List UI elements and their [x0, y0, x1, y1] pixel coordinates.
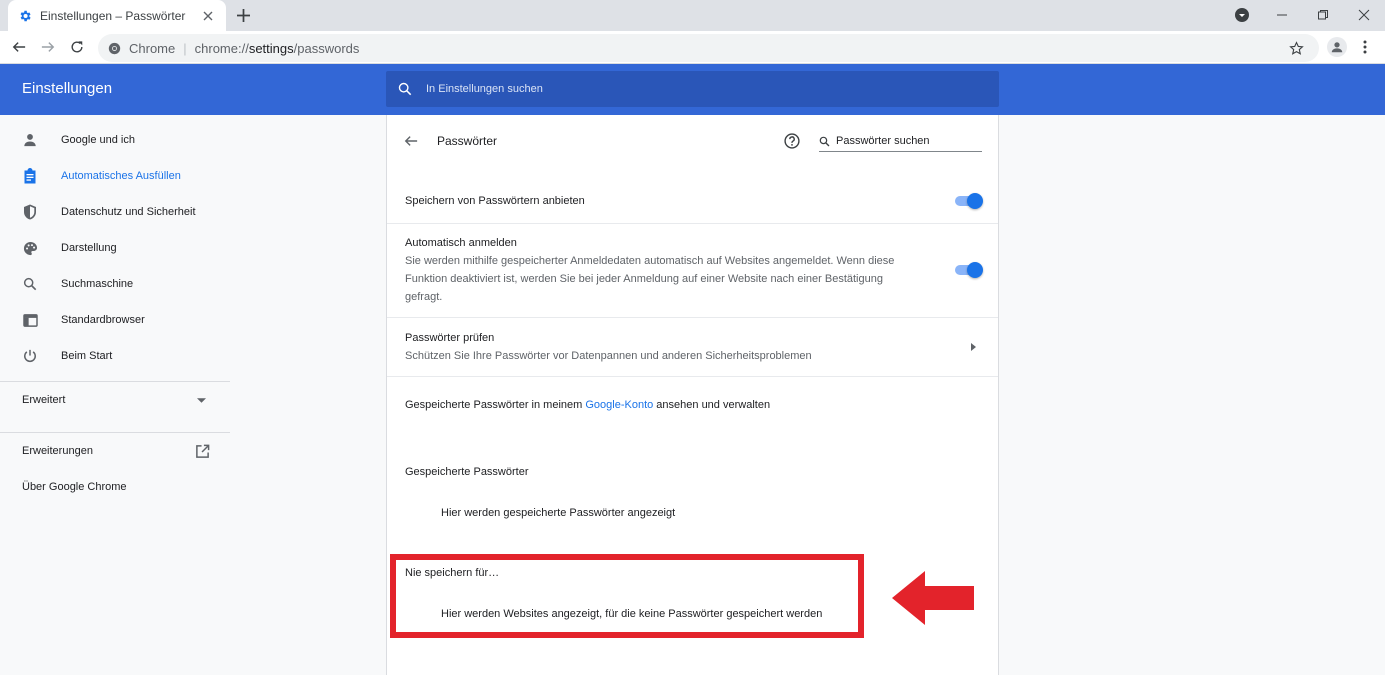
chevron-right-icon	[967, 341, 979, 353]
sidebar-item-default-browser[interactable]: Standardbrowser	[0, 302, 230, 338]
shield-icon	[22, 204, 38, 220]
minimize-icon[interactable]	[1272, 6, 1292, 24]
sidebar-item-advanced[interactable]: Erweitert	[0, 382, 230, 418]
tab-settings-passwords[interactable]: Einstellungen – Passwörter	[8, 0, 226, 31]
google-account-text: Gespeicherte Passwörter in meinem Google…	[405, 399, 771, 411]
highlight-box	[390, 554, 864, 638]
check-passwords-row[interactable]: Passwörter prüfen Schützen Sie Ihre Pass…	[387, 318, 998, 376]
sidebar-item-appearance[interactable]: Darstellung	[0, 230, 230, 266]
highlight-arrow-icon	[892, 571, 974, 625]
back-arrow-icon[interactable]	[403, 133, 419, 149]
browser-window-icon	[22, 312, 38, 328]
chrome-logo-icon	[108, 42, 121, 55]
tab-search-icon[interactable]	[1232, 6, 1252, 24]
reload-icon[interactable]	[68, 38, 86, 56]
more-menu-icon[interactable]	[1358, 38, 1372, 56]
search-icon	[819, 136, 830, 147]
browser-toolbar: Chrome | chrome://settings/passwords	[0, 31, 1385, 64]
restore-icon[interactable]	[1313, 6, 1333, 24]
settings-header: Einstellungen	[0, 64, 1385, 115]
caret-down-icon	[197, 397, 206, 403]
check-passwords-desc: Schützen Sie Ihre Passwörter vor Datenpa…	[405, 350, 812, 362]
auto-signin-desc-3: gefragt.	[405, 291, 443, 303]
close-window-icon[interactable]	[1354, 6, 1374, 24]
sidebar-item-extensions[interactable]: Erweiterungen	[0, 433, 230, 469]
offer-save-toggle[interactable]	[953, 193, 983, 209]
back-arrow-icon[interactable]	[10, 38, 28, 56]
close-tab-icon[interactable]	[200, 8, 216, 24]
forward-arrow-icon[interactable]	[39, 38, 57, 56]
settings-search-input[interactable]	[426, 83, 926, 95]
row-divider	[387, 223, 998, 224]
search-icon	[398, 82, 412, 96]
settings-search[interactable]	[386, 71, 999, 107]
gear-icon	[18, 9, 32, 23]
settings-title: Einstellungen	[22, 80, 113, 97]
sidebar-item-search-engine[interactable]: Suchmaschine	[0, 266, 230, 302]
tab-strip: Einstellungen – Passwörter	[0, 0, 1385, 31]
person-icon	[22, 132, 38, 148]
offer-save-label: Speichern von Passwörtern anbieten	[405, 195, 585, 207]
sidebar-item-privacy-security[interactable]: Datenschutz und Sicherheit	[0, 194, 230, 230]
address-bar[interactable]: Chrome | chrome://settings/passwords	[98, 34, 1319, 62]
auto-signin-toggle[interactable]	[953, 262, 983, 278]
sidebar-item-google-und-ich[interactable]: Google und ich	[0, 122, 230, 158]
auto-signin-label: Automatisch anmelden	[405, 237, 517, 249]
sidebar-item-about-chrome[interactable]: Über Google Chrome	[0, 469, 230, 505]
row-divider	[387, 376, 998, 377]
auto-signin-desc-2: Funktion deaktiviert ist, werden Sie bei…	[405, 273, 883, 285]
new-tab-icon[interactable]	[234, 6, 252, 24]
url-separator: |	[183, 40, 187, 56]
saved-passwords-heading: Gespeicherte Passwörter	[405, 466, 529, 478]
auto-signin-desc-1: Sie werden mithilfe gespeicherter Anmeld…	[405, 255, 895, 267]
google-account-link[interactable]: Google-Konto	[585, 399, 653, 411]
check-passwords-label: Passwörter prüfen	[405, 332, 495, 344]
power-icon	[22, 348, 38, 364]
bookmark-star-icon[interactable]	[1287, 39, 1305, 57]
site-label: Chrome	[129, 40, 176, 56]
password-search[interactable]	[819, 131, 982, 152]
help-icon[interactable]	[783, 132, 801, 150]
sidebar-item-autofill[interactable]: Automatisches Ausfüllen	[0, 158, 230, 194]
url-text: chrome://settings/passwords	[194, 40, 360, 56]
search-icon	[22, 276, 38, 292]
profile-avatar-icon[interactable]	[1327, 37, 1347, 57]
page-title: Passwörter	[437, 134, 498, 148]
sidebar-item-on-startup[interactable]: Beim Start	[0, 338, 230, 374]
password-search-input[interactable]	[836, 135, 976, 147]
palette-icon	[22, 240, 38, 256]
tab-title: Einstellungen – Passwörter	[40, 8, 186, 23]
clipboard-icon	[22, 168, 38, 184]
open-in-new-icon	[195, 444, 210, 459]
saved-passwords-empty: Hier werden gespeicherte Passwörter ange…	[441, 507, 676, 519]
